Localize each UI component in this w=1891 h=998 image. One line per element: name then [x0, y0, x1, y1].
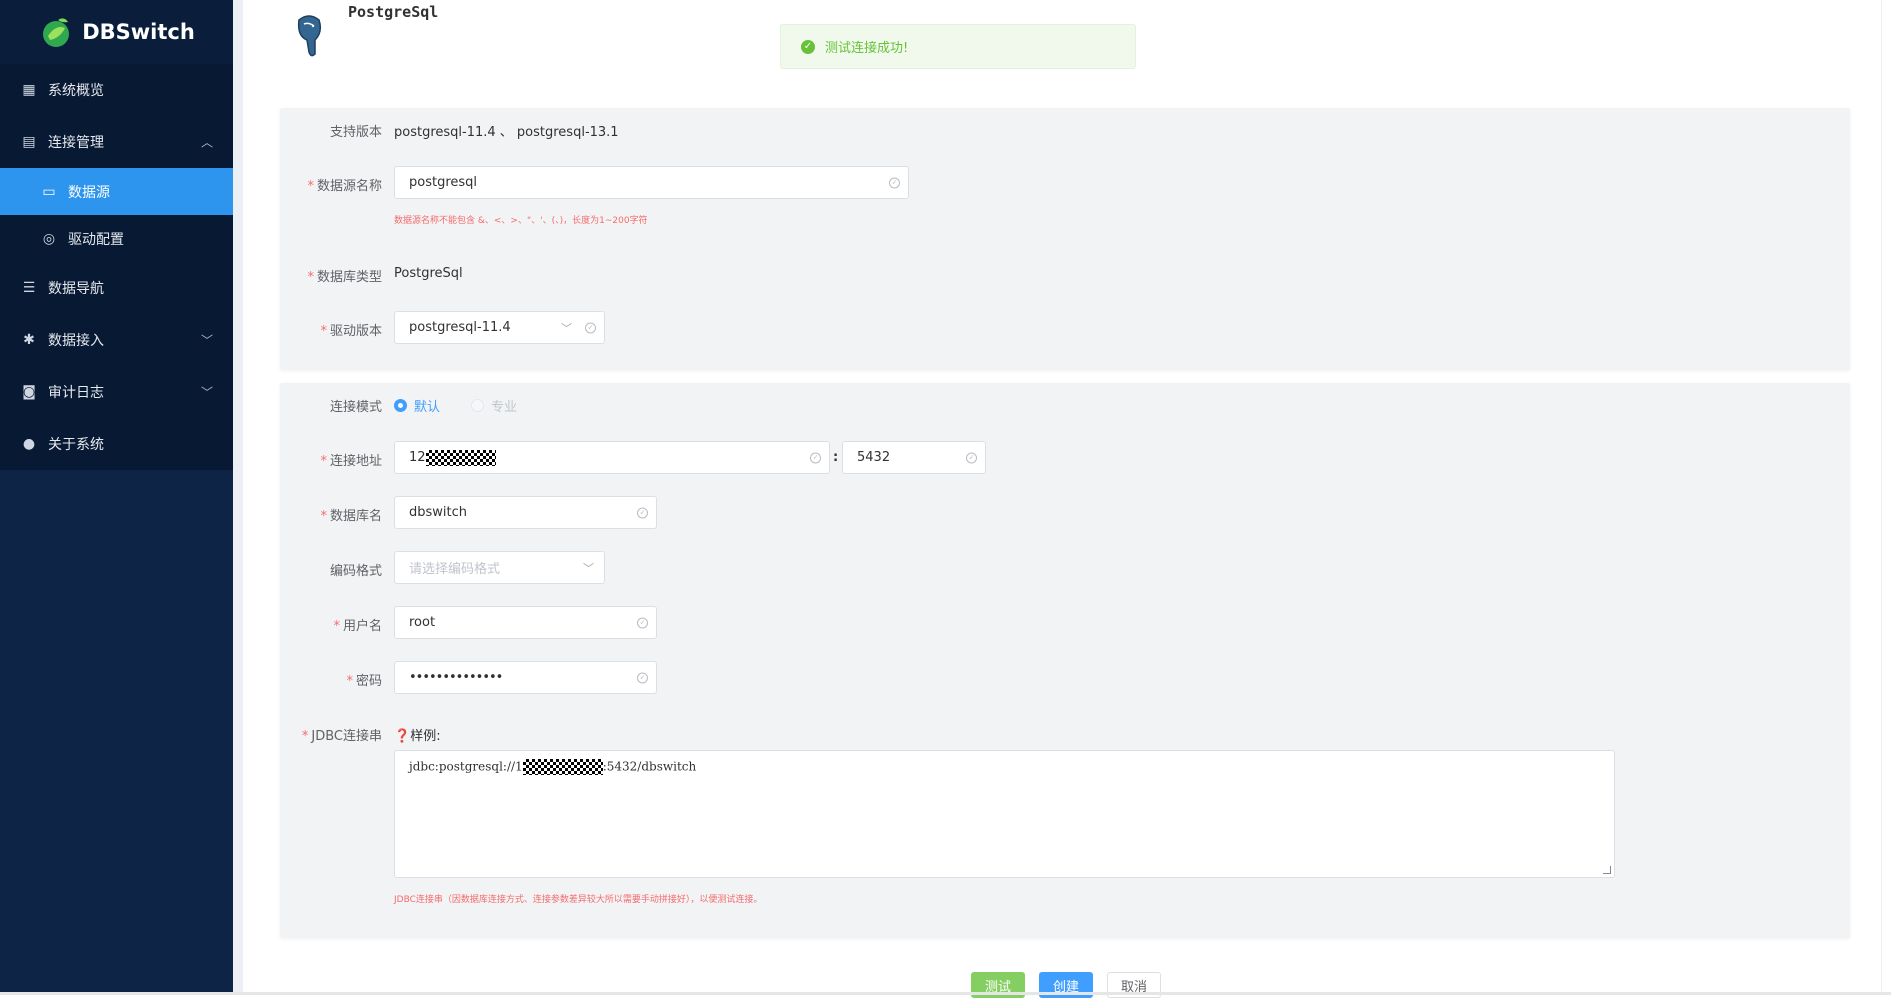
- sidebar-item-label: 审计日志: [48, 385, 104, 401]
- page-title: PostgreSql: [348, 3, 439, 21]
- datasource-name-input[interactable]: postgresql ✓: [394, 166, 909, 199]
- sidebar-item-label: 数据源: [68, 184, 110, 201]
- username-input[interactable]: root ✓: [394, 606, 657, 639]
- chevron-down-icon: ﹀: [200, 385, 213, 400]
- sidebar-item-driver-config[interactable]: ◎ 驱动配置: [0, 215, 233, 262]
- radio-checked-icon: [394, 399, 407, 412]
- validate-check-icon: ✓: [966, 452, 977, 463]
- card-icon: ▭: [42, 183, 56, 200]
- chevron-down-icon: ﹀: [561, 321, 572, 335]
- sidebar-item-datasource[interactable]: ▭ 数据源: [0, 168, 233, 215]
- jdbc-example[interactable]: ❓样例:: [394, 725, 441, 744]
- sidebar-item-about[interactable]: ● 关于系统: [0, 418, 233, 470]
- jdbc-hint: JDBC连接串（因数据库连接方式、连接参数差异较大所以需要手动拼接好），以便测试…: [394, 895, 763, 905]
- sidebar: DBSwitch ▦ 系统概览 ▤ 连接管理 ︿ ▭ 数据源 ◎ 驱动配置 ☰ …: [0, 0, 233, 995]
- app-logo[interactable]: DBSwitch: [0, 0, 233, 64]
- success-toast: ✓ 测试连接成功!: [780, 24, 1136, 69]
- validate-check-icon: ✓: [889, 177, 900, 188]
- sidebar-item-label: 驱动配置: [68, 231, 124, 248]
- gear-icon: ✱: [23, 332, 35, 348]
- sidebar-item-label: 关于系统: [48, 437, 104, 453]
- host-label: * 连接地址: [320, 454, 382, 469]
- log-icon: ◙: [22, 384, 36, 400]
- sidebar-menu: ▦ 系统概览 ▤ 连接管理 ︿ ▭ 数据源 ◎ 驱动配置 ☰ 数据导航 ✱ 数据…: [0, 64, 233, 470]
- port-separator: :: [833, 450, 839, 465]
- chevron-down-icon: ﹀: [200, 333, 213, 348]
- resize-handle[interactable]: [1603, 866, 1611, 874]
- clipboard-icon: ▤: [22, 134, 36, 150]
- username-label: * 用户名: [333, 619, 382, 634]
- connection-mode-label: 连接模式: [329, 400, 382, 415]
- validate-check-icon: ✓: [637, 672, 648, 683]
- driver-version-select[interactable]: postgresql-11.4 ﹀ ✓: [394, 311, 605, 344]
- database-icon: ☰: [22, 280, 36, 296]
- db-type-label: * 数据库类型: [307, 270, 382, 285]
- db-name-label: * 数据库名: [320, 509, 382, 524]
- dbswitch-logo-icon: [43, 18, 70, 47]
- help-icon: ❓: [394, 729, 411, 744]
- chevron-up-icon: ︿: [200, 135, 213, 150]
- validate-check-icon: ✓: [637, 617, 648, 628]
- app-name: DBSwitch: [82, 20, 195, 44]
- redacted-block: [425, 449, 496, 466]
- password-label: * 密码: [346, 674, 382, 689]
- sidebar-item-audit-log[interactable]: ◙ 审计日志 ﹀: [0, 366, 233, 418]
- supported-version-value: postgresql-11.4 、 postgresql-13.1: [394, 125, 619, 140]
- grid-icon: ▦: [22, 82, 36, 98]
- toast-message: 测试连接成功!: [825, 41, 909, 56]
- port-input[interactable]: 5432 ✓: [842, 441, 986, 474]
- content-left-border: [233, 0, 243, 995]
- radio-unchecked-icon: [471, 399, 484, 412]
- db-name-input[interactable]: dbswitch ✓: [394, 496, 657, 529]
- sidebar-item-label: 数据导航: [48, 281, 104, 297]
- sidebar-item-label: 连接管理: [48, 135, 104, 151]
- check-circle-icon: ✓: [801, 39, 815, 54]
- jdbc-url-textarea[interactable]: jdbc:postgresql://1:5432/dbswitch: [394, 750, 1615, 878]
- chevron-down-icon: ﹀: [583, 561, 594, 575]
- password-input[interactable]: •••••••••••••• ✓: [394, 661, 657, 694]
- validate-check-icon: ✓: [637, 507, 648, 518]
- sidebar-item-label: 系统概览: [48, 83, 104, 99]
- supported-version-label: 支持版本: [329, 125, 382, 140]
- redacted-block: [522, 759, 603, 775]
- jdbc-label: * JDBC连接串: [301, 729, 382, 744]
- postgresql-elephant-icon: [297, 15, 322, 57]
- gear-outline-icon: ◎: [42, 230, 56, 247]
- sidebar-item-connection-management[interactable]: ▤ 连接管理 ︿: [0, 116, 233, 168]
- datasource-name-label: * 数据源名称: [307, 179, 382, 194]
- datasource-name-hint: 数据源名称不能包含 &、<、>、"、'、(、)，长度为1~200字符: [394, 216, 648, 226]
- mode-default-radio[interactable]: 默认: [394, 396, 440, 415]
- scrollbar-track[interactable]: [1881, 0, 1891, 995]
- encoding-select[interactable]: 请选择编码格式 ﹀: [394, 551, 605, 584]
- sidebar-item-label: 数据接入: [48, 333, 104, 349]
- mode-pro-radio[interactable]: 专业: [471, 396, 517, 415]
- host-input[interactable]: 12 ✓: [394, 441, 830, 474]
- driver-version-label: * 驱动版本: [320, 324, 382, 339]
- sidebar-item-overview[interactable]: ▦ 系统概览: [0, 64, 233, 116]
- validate-check-icon: ✓: [810, 452, 821, 463]
- validate-check-icon: ✓: [585, 322, 596, 333]
- db-type-value: PostgreSql: [394, 266, 463, 281]
- sidebar-item-data-navigation[interactable]: ☰ 数据导航: [0, 262, 233, 314]
- sidebar-item-data-ingest[interactable]: ✱ 数据接入 ﹀: [0, 314, 233, 366]
- encoding-label: 编码格式: [329, 564, 382, 579]
- user-icon: ●: [22, 436, 36, 452]
